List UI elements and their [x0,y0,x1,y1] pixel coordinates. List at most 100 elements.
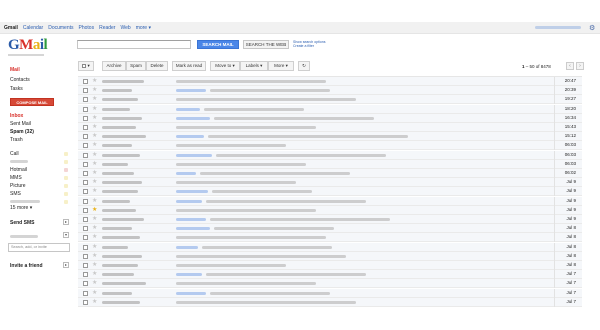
label-item[interactable]: Picture [10,183,26,189]
send-sms-heading[interactable]: Send SMS [10,220,34,226]
row-checkbox[interactable] [83,106,88,112]
row-checkbox[interactable] [83,171,88,176]
row-checkbox[interactable] [83,152,88,158]
star-icon[interactable]: ★ [92,105,97,113]
star-icon[interactable]: ★ [92,197,97,205]
table-row[interactable]: ★ Jul 7 [78,270,582,280]
sidebar-contacts[interactable]: Contacts [10,77,30,83]
table-row[interactable]: ★ 15:43 [78,123,582,132]
table-row[interactable]: ★ Jul 9 [78,215,582,224]
spam-button[interactable]: Spam [126,61,146,71]
newer-page-icon[interactable]: ‹ [566,62,574,70]
compose-button[interactable]: COMPOSE MAIL [10,98,54,106]
row-checkbox[interactable] [83,281,88,287]
label-color-swatch[interactable] [64,168,68,172]
table-row[interactable]: ★ Jul 7 [78,297,582,307]
nav-link[interactable]: Documents [48,25,73,31]
label-color-swatch[interactable] [64,152,68,156]
labels-button[interactable]: Labels ▾ [240,61,268,71]
delete-button[interactable]: Delete [146,61,168,71]
star-icon[interactable]: ★ [92,261,97,269]
label-tag[interactable] [176,172,196,175]
star-icon[interactable]: ★ [92,206,97,214]
star-icon[interactable]: ★ [92,252,97,260]
row-checkbox[interactable] [83,97,88,103]
search-input[interactable] [77,40,191,49]
label-tag[interactable] [176,199,202,203]
star-icon[interactable]: ★ [92,132,97,140]
star-icon[interactable]: ★ [92,215,97,223]
label-item[interactable]: Hotmail [10,167,27,173]
label-tag[interactable] [176,116,210,120]
star-icon[interactable]: ★ [92,289,97,297]
label-item[interactable]: MMS [10,175,22,181]
table-row[interactable]: ★ 06:02 [78,169,582,178]
star-icon[interactable]: ★ [92,151,97,159]
nav-link[interactable]: Reader [99,25,115,31]
label-color-swatch[interactable] [64,192,68,196]
row-checkbox[interactable] [83,180,88,186]
label-tag[interactable] [176,273,202,277]
row-checkbox[interactable] [83,207,88,213]
refresh-button[interactable]: ↻ [298,61,310,71]
label-color-swatch[interactable] [64,176,68,180]
search-web-button[interactable]: SEARCH THE WEB [243,40,289,49]
nav-link[interactable]: more ▾ [136,25,151,31]
star-icon[interactable]: ★ [92,224,97,232]
sidebar-tasks[interactable]: Tasks [10,86,23,92]
invite-friend-heading[interactable]: Invite a friend [10,263,43,269]
star-icon[interactable]: ★ [92,279,97,287]
star-icon[interactable]: ★ [92,178,97,186]
table-row[interactable]: ★ Jul 7 [78,288,582,298]
table-row[interactable]: ★ 15:12 [78,132,582,142]
star-icon[interactable]: ★ [92,141,97,149]
table-row[interactable]: ★ 20:39 [78,86,582,96]
row-checkbox[interactable] [83,134,88,140]
sidebar-mail[interactable]: Mail [10,67,20,73]
label-tag[interactable] [176,291,206,295]
label-tag[interactable] [176,153,212,157]
chat-search-input[interactable]: Search, add, or invite [8,243,70,252]
row-checkbox[interactable] [83,299,88,305]
search-options[interactable]: Show search options Create a filter [293,40,326,48]
row-checkbox[interactable] [83,143,88,149]
row-checkbox[interactable] [83,244,88,250]
label-tag[interactable] [176,135,204,139]
star-icon[interactable]: ★ [92,169,97,177]
account-name[interactable] [535,26,581,29]
row-checkbox[interactable] [83,217,88,222]
row-checkbox[interactable] [83,161,88,167]
label-tag[interactable] [176,218,206,221]
select-all-checkbox[interactable] [82,63,87,68]
label-color-swatch[interactable] [64,160,68,164]
search-mail-button[interactable]: SEARCH MAIL [197,40,239,49]
mark-read-button[interactable]: Mark as read [172,61,206,71]
table-row[interactable]: ★ Jul 9 [78,205,582,215]
more-labels-link[interactable]: 15 more ▾ [10,205,32,211]
table-row[interactable]: ★ Jul 8 [78,251,582,261]
nav-link[interactable]: Calendar [23,25,43,31]
row-checkbox[interactable] [83,88,88,94]
row-checkbox[interactable] [83,79,88,84]
row-checkbox[interactable] [83,290,88,296]
row-checkbox[interactable] [83,115,88,121]
label-tag[interactable] [176,227,210,231]
star-icon[interactable]: ★ [92,298,97,306]
row-checkbox[interactable] [83,125,88,130]
table-row[interactable]: ★ 06:03 [78,141,582,151]
row-checkbox[interactable] [83,272,88,278]
table-row[interactable]: ★ Jul 8 [78,242,582,252]
sidebar-spam[interactable]: Spam (32) [10,129,34,135]
star-icon[interactable]: ★ [92,270,97,278]
create-filter-link[interactable]: Create a filter [293,44,326,48]
nav-link[interactable]: Photos [79,25,95,31]
send-sms-toggle-icon[interactable]: ▸ [63,219,69,225]
table-row[interactable]: ★ 06:03 [78,159,582,169]
row-checkbox[interactable] [83,226,88,232]
sidebar-inbox[interactable]: Inbox [10,113,23,119]
table-row[interactable]: ★ 18:20 [78,104,582,114]
table-row[interactable]: ★ Jul 8 [78,224,582,234]
row-checkbox[interactable] [83,198,88,204]
table-row[interactable]: ★ Jul 9 [78,178,582,188]
star-icon[interactable]: ★ [92,114,97,122]
